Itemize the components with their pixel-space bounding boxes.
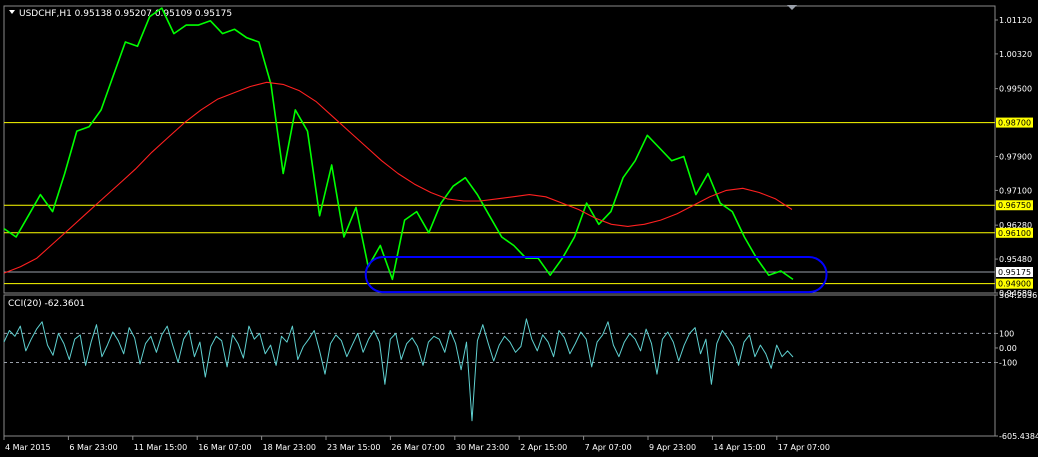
time-tick-label: 26 Mar 07:00 <box>391 443 444 452</box>
cci-tick-label: -605.4384 <box>999 432 1038 441</box>
time-tick-label: 16 Mar 07:00 <box>198 443 251 452</box>
cci-tick-label: 364.2036 <box>999 291 1037 300</box>
price-tick-label: 1.01120 <box>999 16 1032 25</box>
cci-tick-label: 0.00 <box>999 344 1017 353</box>
price-tick-label: 1.00320 <box>999 50 1032 59</box>
level-label: 0.98700 <box>998 119 1031 128</box>
trading-chart[interactable]: USDCHF,H1 0.95138 0.95207 0.95109 0.9517… <box>0 0 1038 457</box>
time-tick-label: 30 Mar 23:00 <box>456 443 509 452</box>
time-tick-label: 14 Apr 15:00 <box>713 443 765 452</box>
price-tick-label: 0.99500 <box>999 85 1032 94</box>
level-label: 0.95175 <box>998 268 1031 277</box>
time-tick-label: 4 Mar 2015 <box>5 443 51 452</box>
time-tick-label: 23 Mar 15:00 <box>327 443 380 452</box>
time-tick-label: 11 Mar 15:00 <box>134 443 187 452</box>
cci-panel-title: CCI(20) -62.3601 <box>8 299 85 309</box>
price-tick-label: 0.97100 <box>999 186 1032 195</box>
time-tick-label: 18 Mar 23:00 <box>263 443 316 452</box>
cci-tick-label: 100 <box>999 329 1014 338</box>
time-tick-label: 6 Mar 23:00 <box>69 443 117 452</box>
level-label: 0.96750 <box>998 201 1031 210</box>
time-tick-label: 17 Apr 07:00 <box>778 443 830 452</box>
cci-tick-label: -100 <box>999 359 1017 368</box>
price-tick-label: 0.97900 <box>999 152 1032 161</box>
time-tick-label: 9 Apr 23:00 <box>649 443 696 452</box>
level-label: 0.96100 <box>998 229 1031 238</box>
time-tick-label: 2 Apr 15:00 <box>520 443 567 452</box>
level-label: 0.94900 <box>998 280 1031 289</box>
price-axis: 1.011201.003200.995000.979000.971000.962… <box>995 16 1033 298</box>
price-tick-label: 0.95480 <box>999 255 1032 264</box>
price-panel-title: USDCHF,H1 0.95138 0.95207 0.95109 0.9517… <box>19 9 232 19</box>
time-tick-label: 7 Apr 07:00 <box>585 443 632 452</box>
